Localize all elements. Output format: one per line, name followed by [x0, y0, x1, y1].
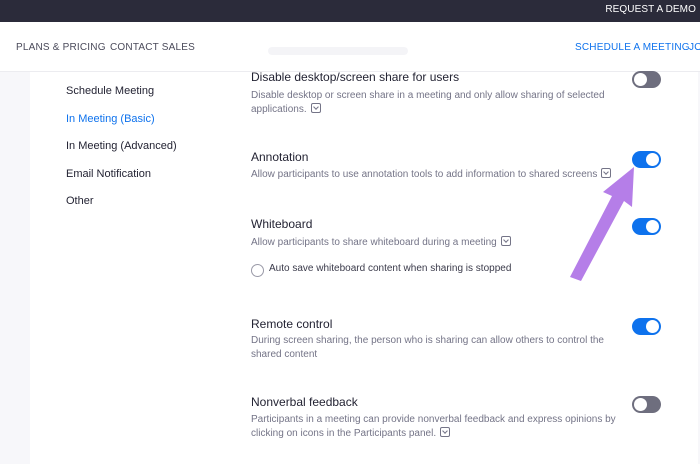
request-demo-link[interactable]: REQUEST A DEMO: [605, 4, 696, 15]
setting-description: Participants in a meeting can provide no…: [251, 414, 616, 439]
setting-description: Disable desktop or screen share in a mee…: [251, 90, 605, 115]
setting-title: Disable desktop/screen share for users: [251, 70, 460, 84]
schedule-meeting-link[interactable]: SCHEDULE A MEETING: [575, 42, 690, 53]
top-utility-bar: REQUEST A DEMO: [0, 0, 700, 22]
setting-title: Whiteboard: [251, 217, 313, 231]
sidebar-item-email-notification[interactable]: Email Notification: [66, 168, 151, 180]
disable-screen-share-toggle[interactable]: [632, 71, 661, 88]
sidebar-item-in-meeting-basic[interactable]: In Meeting (Basic): [66, 113, 155, 125]
info-icon[interactable]: [310, 103, 321, 113]
setting-title: Remote control: [251, 317, 333, 331]
auto-save-whiteboard-checkbox[interactable]: [251, 264, 264, 277]
info-icon[interactable]: [440, 427, 451, 437]
setting-title: Nonverbal feedback: [251, 395, 358, 409]
sidebar-item-schedule-meeting[interactable]: Schedule Meeting: [66, 85, 154, 97]
nonverbal-feedback-toggle[interactable]: [632, 396, 661, 413]
main-nav: PLANS & PRICING CONTACT SALES SCHEDULE A…: [0, 22, 700, 72]
plans-pricing-link[interactable]: PLANS & PRICING: [16, 42, 106, 53]
join-meeting-link[interactable]: JO: [689, 42, 700, 53]
info-icon[interactable]: [500, 236, 511, 246]
scrolled-hidden-content: [268, 47, 408, 55]
toggle-knob: [634, 73, 647, 86]
setting-title: Annotation: [251, 150, 309, 164]
toggle-knob: [646, 320, 659, 333]
auto-save-whiteboard-label[interactable]: Auto save whiteboard content when sharin…: [269, 263, 511, 274]
sidebar-item-in-meeting-advanced[interactable]: In Meeting (Advanced): [66, 140, 177, 152]
remote-control-toggle[interactable]: [632, 318, 661, 335]
sidebar-item-other[interactable]: Other: [66, 195, 94, 207]
annotation-arrow-icon: [570, 167, 634, 281]
contact-sales-link[interactable]: CONTACT SALES: [110, 42, 195, 53]
setting-description: Allow participants to share whiteboard d…: [251, 236, 611, 250]
setting-description: During screen sharing, the person who is…: [251, 335, 604, 360]
toggle-knob: [634, 398, 647, 411]
